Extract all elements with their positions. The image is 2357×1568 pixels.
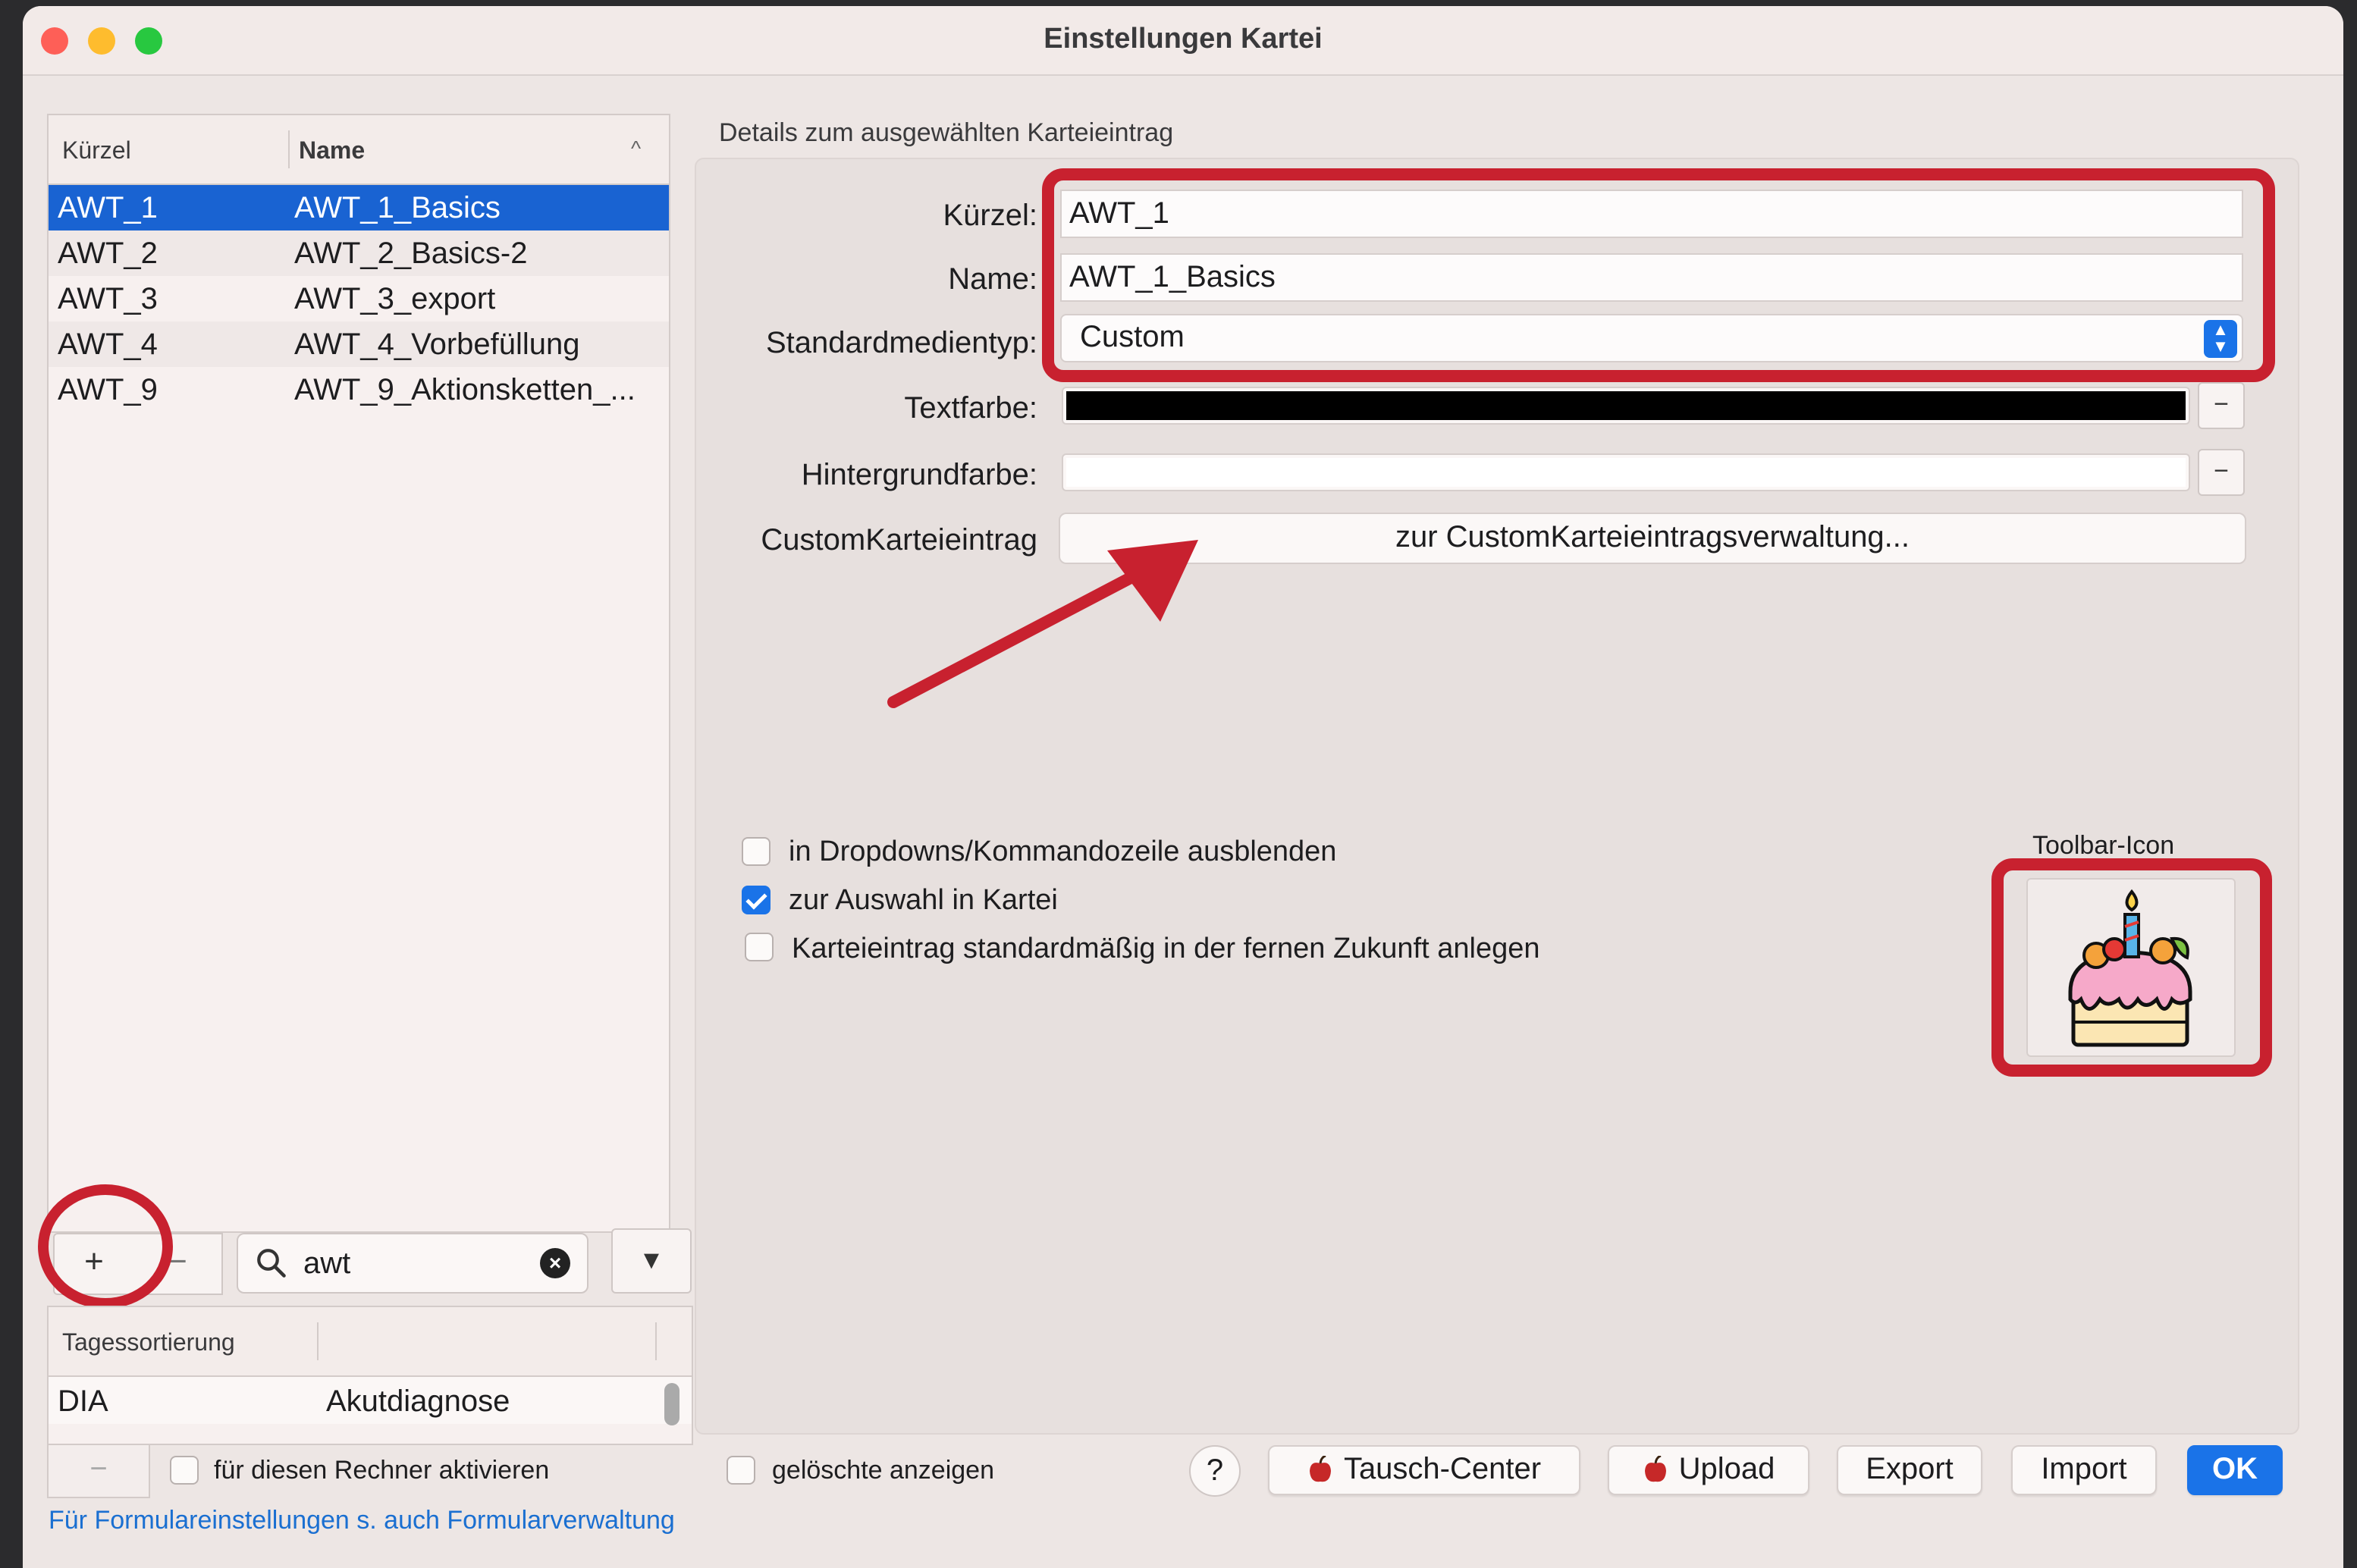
row-name: AWT_4_Vorbefüllung bbox=[294, 328, 580, 361]
show-deleted-checkbox[interactable] bbox=[727, 1456, 755, 1485]
help-button[interactable]: ? bbox=[1189, 1445, 1241, 1497]
hintergrundfarbe-swatch bbox=[1066, 458, 2186, 487]
medientyp-label: Standardmedientyp: bbox=[765, 326, 1037, 359]
column-header-name[interactable]: Name bbox=[299, 136, 365, 165]
column-header-tagessortierung[interactable]: Tagessortierung bbox=[62, 1328, 235, 1356]
window-title: Einstellungen Kartei bbox=[1044, 23, 1323, 55]
clear-search-icon[interactable]: × bbox=[540, 1248, 570, 1278]
list-row[interactable]: AWT_9 AWT_9_Aktionsketten_... bbox=[49, 367, 669, 412]
activate-checkbox[interactable] bbox=[170, 1456, 199, 1485]
toolbar-icon-label: Toolbar-Icon bbox=[2032, 831, 2175, 860]
apple-icon bbox=[1644, 1456, 1666, 1482]
tagessortierung-list: Tagessortierung DIA Akutdiagnose bbox=[47, 1306, 693, 1445]
formularverwaltung-link[interactable]: Für Formulareinstellungen s. auch Formul… bbox=[49, 1506, 675, 1535]
table-row[interactable]: DIA Akutdiagnose bbox=[49, 1377, 692, 1424]
annotation-arrow bbox=[887, 540, 1198, 708]
row-kurzel: AWT_3 bbox=[58, 282, 158, 315]
filter-dropdown-button[interactable]: ▼ bbox=[611, 1228, 692, 1294]
name-label: Name: bbox=[948, 262, 1037, 296]
upload-label: Upload bbox=[1678, 1452, 1775, 1485]
list-row[interactable]: AWT_3 AWT_3_export bbox=[49, 276, 669, 321]
custom-verwaltung-button[interactable]: zur CustomKarteieintragsverwaltung... bbox=[1059, 513, 2246, 564]
tausch-center-label: Tausch-Center bbox=[1343, 1452, 1542, 1485]
annotation-rectangle bbox=[1042, 168, 2275, 382]
import-button[interactable]: Import bbox=[2011, 1445, 2157, 1495]
textfarbe-clear-button[interactable]: − bbox=[2198, 382, 2245, 429]
row-kurzel: AWT_1 bbox=[58, 191, 158, 224]
row-name: AWT_3_export bbox=[294, 282, 496, 315]
row-kurzel: AWT_4 bbox=[58, 328, 158, 361]
tages-remove-button[interactable]: − bbox=[47, 1444, 150, 1498]
title-bar: Einstellungen Kartei bbox=[23, 6, 2343, 76]
search-input[interactable]: awt bbox=[303, 1247, 350, 1281]
tages-header: Tagessortierung bbox=[49, 1307, 692, 1377]
kartei-list: Kürzel Name ^ AWT_1 AWT_1_Basics AWT_2 A… bbox=[47, 114, 670, 1233]
ferne-zukunft-checkbox[interactable] bbox=[745, 933, 774, 961]
activate-label: für diesen Rechner aktivieren bbox=[214, 1456, 550, 1485]
tausch-center-button[interactable]: Tausch-Center bbox=[1268, 1445, 1580, 1495]
auswahl-kartei-label: zur Auswahl in Kartei bbox=[789, 884, 1058, 916]
row-kurzel: AWT_2 bbox=[58, 237, 158, 270]
hintergrundfarbe-clear-button[interactable]: − bbox=[2198, 449, 2245, 496]
annotation-rectangle bbox=[1991, 858, 2272, 1077]
kurzel-label: Kürzel: bbox=[943, 199, 1038, 232]
list-header: Kürzel Name ^ bbox=[49, 115, 669, 185]
apple-icon bbox=[1309, 1456, 1331, 1482]
ferne-zukunft-label: Karteieintrag standardmäßig in der ferne… bbox=[792, 933, 1540, 964]
textfarbe-label: Textfarbe: bbox=[904, 391, 1037, 425]
list-row[interactable]: AWT_2 AWT_2_Basics-2 bbox=[49, 230, 669, 276]
textfarbe-color-well[interactable] bbox=[1062, 387, 2190, 425]
row-kurzel: AWT_9 bbox=[58, 373, 158, 406]
search-field[interactable]: awt × bbox=[237, 1233, 588, 1294]
list-row[interactable]: AWT_1 AWT_1_Basics bbox=[49, 185, 669, 230]
ausblenden-checkbox[interactable] bbox=[742, 837, 770, 866]
hintergrundfarbe-label: Hintergrundfarbe: bbox=[801, 458, 1037, 491]
row-name: AWT_9_Aktionsketten_... bbox=[294, 373, 636, 406]
ausblenden-label: in Dropdowns/Kommandozeile ausblenden bbox=[789, 836, 1337, 867]
column-header-kurzel[interactable]: Kürzel bbox=[62, 136, 131, 165]
textfarbe-swatch bbox=[1066, 391, 2186, 420]
export-button[interactable]: Export bbox=[1837, 1445, 1982, 1495]
list-row[interactable]: AWT_4 AWT_4_Vorbefüllung bbox=[49, 321, 669, 367]
column-separator bbox=[655, 1322, 657, 1360]
ok-button[interactable]: OK bbox=[2187, 1445, 2283, 1495]
scrollbar[interactable] bbox=[664, 1383, 679, 1425]
sort-ascending-icon: ^ bbox=[631, 136, 642, 160]
search-icon bbox=[257, 1249, 286, 1278]
row-name: AWT_2_Basics-2 bbox=[294, 237, 528, 270]
annotation-circle bbox=[38, 1184, 173, 1309]
row-code: DIA bbox=[58, 1385, 108, 1418]
row-name: Akutdiagnose bbox=[326, 1385, 510, 1418]
upload-button[interactable]: Upload bbox=[1608, 1445, 1809, 1495]
show-deleted-label: gelöschte anzeigen bbox=[772, 1456, 995, 1485]
auswahl-kartei-checkbox[interactable] bbox=[742, 886, 770, 914]
row-name: AWT_1_Basics bbox=[294, 191, 501, 224]
details-caption: Details zum ausgewählten Karteieintrag bbox=[719, 118, 1174, 147]
column-separator bbox=[317, 1322, 319, 1360]
hintergrundfarbe-color-well[interactable] bbox=[1062, 453, 2190, 491]
column-separator bbox=[288, 130, 290, 168]
